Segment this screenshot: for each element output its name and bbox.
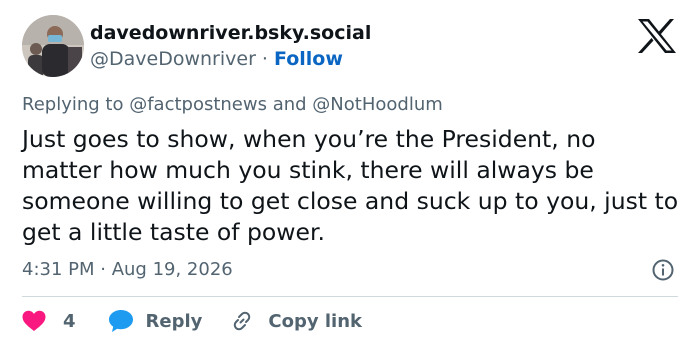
link-icon xyxy=(234,311,251,331)
divider xyxy=(22,296,678,297)
reply-context: Replying to @factpostnews and @NotHoodlu… xyxy=(22,94,443,115)
handle-separator: · xyxy=(255,48,275,70)
avatar-photo xyxy=(22,15,84,77)
avatar[interactable] xyxy=(22,15,84,77)
copy-link-button[interactable]: Copy link xyxy=(230,309,362,333)
follow-button[interactable]: Follow xyxy=(274,48,343,70)
meta-separator: · xyxy=(94,259,112,280)
action-bar: 4 Reply Copy link xyxy=(22,306,362,336)
like-button[interactable]: 4 xyxy=(22,310,76,332)
tweet-time[interactable]: 4:31 PM xyxy=(22,259,95,280)
author-handle[interactable]: @DaveDownriver xyxy=(90,48,256,70)
heart-icon xyxy=(22,310,46,331)
reply-button[interactable]: Reply xyxy=(108,309,203,333)
copy-link-label: Copy link xyxy=(268,310,362,332)
x-logo-icon[interactable] xyxy=(637,18,677,54)
reply-context-joiner: and xyxy=(266,94,313,115)
speech-bubble-icon xyxy=(108,310,133,332)
reply-context-prefix: Replying to xyxy=(22,94,130,115)
author-display-name[interactable]: davedownriver.bsky.social xyxy=(90,22,371,44)
reply-label: Reply xyxy=(145,310,203,332)
info-icon[interactable] xyxy=(651,258,675,282)
mention-link-1[interactable]: @factpostnews xyxy=(129,94,267,115)
author-handle-row: @DaveDownriver · Follow xyxy=(90,48,343,70)
tweet-meta: 4:31 PM · Aug 19, 2026 xyxy=(22,259,233,280)
like-count: 4 xyxy=(63,310,76,332)
tweet-text: Just goes to show, when you’re the Presi… xyxy=(22,125,679,246)
mention-link-2[interactable]: @NotHoodlum xyxy=(312,94,442,115)
tweet-date[interactable]: Aug 19, 2026 xyxy=(112,259,233,280)
